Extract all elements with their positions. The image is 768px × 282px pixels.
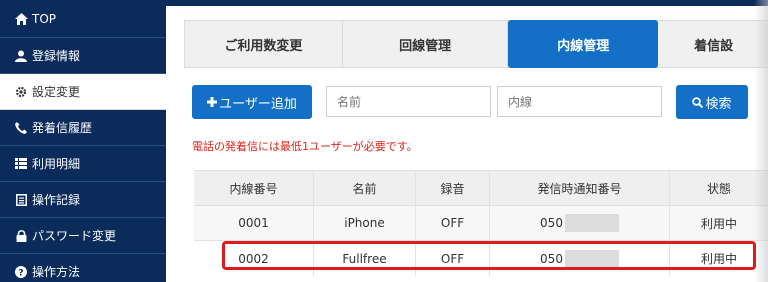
document-icon [14,193,28,207]
tab-usage-change[interactable]: ご利用数変更 [185,21,343,67]
tab-extension-management[interactable]: 内線管理 [508,20,659,68]
extension-name: iPhone [314,206,416,240]
home-icon [14,12,28,26]
recording-status: OFF [416,206,490,240]
sidebar: TOP 登録情報 設定変更 発着信履歴 利用明細 操作記録 パスワード変更 ? … [0,0,166,282]
sidebar-item-billing[interactable]: 利用明細 [0,146,166,182]
redacted-number [564,214,619,232]
column-header: 名前 [314,171,416,205]
sidebar-item-call-history[interactable]: 発着信履歴 [0,110,166,146]
sidebar-item-help[interactable]: ? 操作方法 [0,254,166,282]
phone-icon [14,121,28,135]
tab-incoming-settings[interactable]: 着信設 [658,21,768,67]
svg-text:?: ? [18,268,23,278]
sidebar-item-top[interactable]: TOP [0,0,166,38]
add-user-label: ユーザー追加 [219,96,297,112]
sidebar-item-label: TOP [32,11,57,26]
sidebar-item-label: パスワード変更 [32,229,117,243]
extension-search-input[interactable] [497,86,662,117]
plus-icon [207,97,218,107]
table-row[interactable]: 0001 iPhone OFF 050 利用中 [194,206,768,241]
sidebar-item-registration[interactable]: 登録情報 [0,38,166,74]
sidebar-item-label: 発着信履歴 [32,121,93,135]
add-user-button[interactable]: ユーザー追加 [192,85,312,119]
main-content: ご利用数変更 回線管理 内線管理 着信設 ユーザー追加 検索 電話の発着信には最… [166,0,768,282]
gear-icon [14,85,28,99]
sidebar-item-label: 設定変更 [32,85,81,99]
column-header: 発信時通知番号 [490,171,670,205]
search-button[interactable]: 検索 [676,85,748,119]
sidebar-item-label: 操作記録 [32,193,81,207]
sidebar-item-operation-log[interactable]: 操作記録 [0,182,166,218]
sidebar-item-label: 利用明細 [32,157,81,171]
caller-id-prefix: 050 [540,216,563,230]
caller-id-number: 050 [490,206,670,240]
search-icon [692,96,704,108]
header-stripe [166,0,768,6]
row-highlight-annotation [222,241,756,270]
list-icon [14,157,28,171]
sidebar-item-label: 登録情報 [32,49,81,63]
edge-shadow [754,0,768,282]
extension-number: 0001 [194,206,314,240]
sidebar-item-settings[interactable]: 設定変更 [0,74,166,110]
column-header: 内線番号 [194,171,314,205]
tab-bar: ご利用数変更 回線管理 内線管理 着信設 [184,20,768,68]
sidebar-item-label: 操作方法 [32,265,81,279]
table-header: 内線番号 名前 録音 発信時通知番号 状態 [194,170,768,206]
minimum-user-notice: 電話の発着信には最低1ユーザーが必要です。 [192,140,418,153]
user-icon [14,49,28,63]
question-icon: ? [14,265,28,279]
column-header: 録音 [416,171,490,205]
name-search-input[interactable] [326,86,491,117]
tab-line-management[interactable]: 回線管理 [343,21,509,67]
sidebar-item-password[interactable]: パスワード変更 [0,218,166,254]
lock-icon [14,229,28,243]
search-label: 検索 [705,96,732,112]
